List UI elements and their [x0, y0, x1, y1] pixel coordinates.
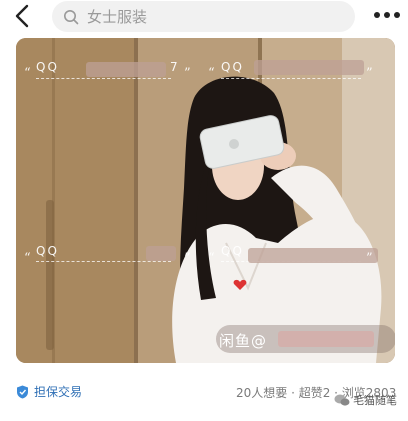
watermark-quote: ”	[184, 251, 191, 266]
more-dots-icon	[374, 12, 380, 18]
more-dots-icon	[394, 12, 400, 18]
photo-image	[16, 38, 395, 363]
more-options-button[interactable]	[374, 12, 400, 20]
watermark-number: 7	[170, 60, 180, 74]
guarantee-badge[interactable]: 担保交易	[16, 383, 82, 400]
redacted-block	[278, 331, 374, 347]
product-photo[interactable]: QQ “ 7 ” QQ “ ” QQ “ ” QQ “ ” 闲鱼@	[16, 38, 395, 363]
watermark-quote: “	[24, 66, 31, 81]
top-bar	[0, 0, 408, 36]
redacted-block	[146, 246, 176, 261]
watermark-line	[36, 78, 171, 79]
watermark-line	[221, 78, 361, 79]
logo-text: 毛猫随笔	[353, 394, 397, 407]
chevron-left-icon	[15, 4, 29, 28]
watermark-line	[36, 261, 171, 262]
watermark-quote: ”	[366, 66, 373, 81]
watermark-quote: “	[208, 251, 215, 266]
wechat-logo-icon	[334, 394, 350, 406]
watermark-quote: “	[208, 66, 215, 81]
watermark-label: QQ	[36, 60, 59, 74]
search-bar[interactable]	[52, 1, 355, 32]
seller-tag: 闲鱼@	[219, 332, 268, 350]
watermark-label: QQ	[36, 244, 59, 258]
redacted-block	[248, 248, 378, 263]
watermark-label: QQ	[221, 244, 244, 258]
guarantee-label: 担保交易	[34, 385, 83, 399]
redacted-block	[86, 62, 166, 77]
search-icon	[64, 9, 79, 24]
more-dots-icon	[384, 12, 390, 18]
watermark-label: QQ	[221, 60, 244, 74]
search-input[interactable]	[85, 6, 329, 27]
redacted-block	[254, 60, 364, 75]
watermark-quote: “	[24, 251, 31, 266]
watermark-quote: ”	[366, 251, 373, 266]
back-button[interactable]	[12, 4, 34, 28]
watermark-quote: ”	[184, 66, 191, 81]
shield-icon	[17, 385, 28, 398]
watermark-logo: 毛猫随笔	[334, 392, 397, 408]
